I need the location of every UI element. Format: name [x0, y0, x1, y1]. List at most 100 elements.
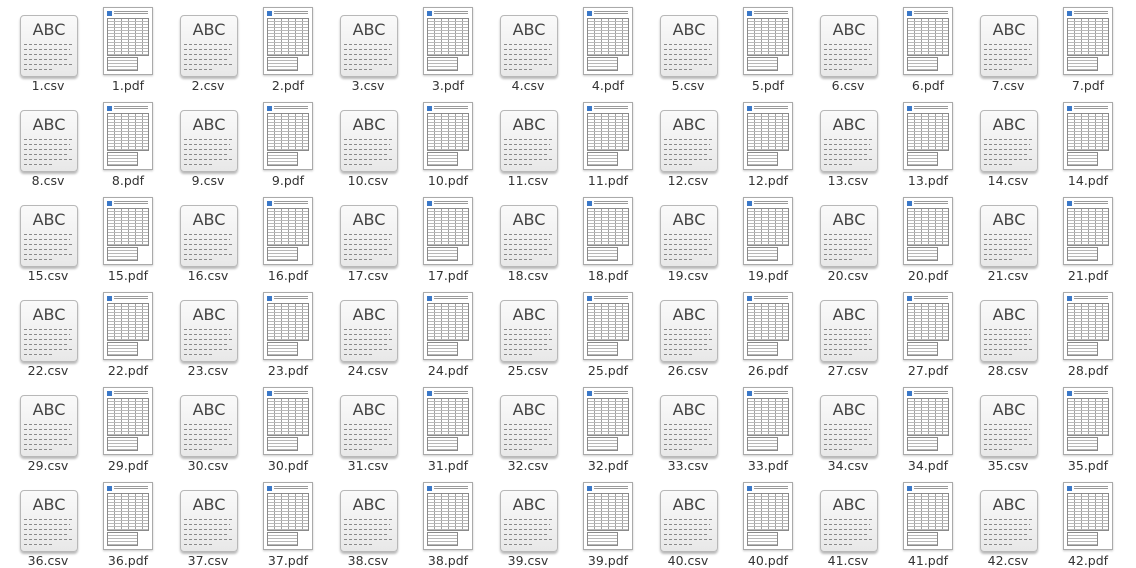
file-thumbnail[interactable]: ABC — [808, 290, 888, 362]
file-thumbnail[interactable] — [408, 195, 488, 267]
file-thumbnail[interactable] — [728, 290, 808, 362]
csv-file-item[interactable]: ABC 1.csv — [8, 5, 88, 95]
file-thumbnail[interactable]: ABC — [648, 195, 728, 267]
file-thumbnail[interactable]: ABC — [648, 290, 728, 362]
file-thumbnail[interactable]: ABC — [8, 480, 88, 552]
file-thumbnail[interactable] — [408, 100, 488, 172]
file-thumbnail[interactable]: ABC — [488, 100, 568, 172]
file-thumbnail[interactable] — [248, 195, 328, 267]
file-thumbnail[interactable]: ABC — [168, 480, 248, 552]
pdf-file-item[interactable]: 41.pdf — [888, 480, 968, 568]
file-thumbnail[interactable]: ABC — [808, 385, 888, 457]
csv-file-item[interactable]: ABC 19.csv — [648, 195, 728, 285]
file-thumbnail[interactable]: ABC — [168, 100, 248, 172]
file-thumbnail[interactable] — [568, 100, 648, 172]
pdf-file-item[interactable]: 10.pdf — [408, 100, 488, 190]
file-thumbnail[interactable]: ABC — [8, 100, 88, 172]
csv-file-item[interactable]: ABC 9.csv — [168, 100, 248, 190]
pdf-file-item[interactable]: 18.pdf — [568, 195, 648, 285]
csv-file-item[interactable]: ABC 23.csv — [168, 290, 248, 380]
file-thumbnail[interactable]: ABC — [8, 5, 88, 77]
csv-file-item[interactable]: ABC 31.csv — [328, 385, 408, 475]
file-thumbnail[interactable] — [568, 385, 648, 457]
pdf-file-item[interactable]: 2.pdf — [248, 5, 328, 95]
csv-file-item[interactable]: ABC 22.csv — [8, 290, 88, 380]
file-thumbnail[interactable] — [888, 480, 968, 552]
csv-file-item[interactable]: ABC 15.csv — [8, 195, 88, 285]
file-thumbnail[interactable]: ABC — [8, 385, 88, 457]
csv-file-item[interactable]: ABC 37.csv — [168, 480, 248, 568]
pdf-file-item[interactable]: 4.pdf — [568, 5, 648, 95]
file-thumbnail[interactable] — [248, 290, 328, 362]
file-thumbnail[interactable]: ABC — [168, 385, 248, 457]
pdf-file-item[interactable]: 17.pdf — [408, 195, 488, 285]
csv-file-item[interactable]: ABC 11.csv — [488, 100, 568, 190]
pdf-file-item[interactable]: 42.pdf — [1048, 480, 1128, 568]
file-thumbnail[interactable] — [88, 5, 168, 77]
file-thumbnail[interactable]: ABC — [168, 290, 248, 362]
file-thumbnail[interactable] — [408, 480, 488, 552]
file-thumbnail[interactable] — [728, 480, 808, 552]
csv-file-item[interactable]: ABC 5.csv — [648, 5, 728, 95]
file-thumbnail[interactable] — [888, 100, 968, 172]
csv-file-item[interactable]: ABC 21.csv — [968, 195, 1048, 285]
pdf-file-item[interactable]: 11.pdf — [568, 100, 648, 190]
pdf-file-item[interactable]: 27.pdf — [888, 290, 968, 380]
csv-file-item[interactable]: ABC 13.csv — [808, 100, 888, 190]
csv-file-item[interactable]: ABC 39.csv — [488, 480, 568, 568]
file-thumbnail[interactable]: ABC — [968, 5, 1048, 77]
file-thumbnail[interactable]: ABC — [808, 195, 888, 267]
csv-file-item[interactable]: ABC 33.csv — [648, 385, 728, 475]
pdf-file-item[interactable]: 9.pdf — [248, 100, 328, 190]
file-thumbnail[interactable]: ABC — [488, 385, 568, 457]
file-thumbnail[interactable] — [408, 290, 488, 362]
csv-file-item[interactable]: ABC 26.csv — [648, 290, 728, 380]
pdf-file-item[interactable]: 16.pdf — [248, 195, 328, 285]
pdf-file-item[interactable]: 40.pdf — [728, 480, 808, 568]
pdf-file-item[interactable]: 32.pdf — [568, 385, 648, 475]
file-thumbnail[interactable]: ABC — [488, 195, 568, 267]
pdf-file-item[interactable]: 14.pdf — [1048, 100, 1128, 190]
file-thumbnail[interactable]: ABC — [328, 385, 408, 457]
pdf-file-item[interactable]: 6.pdf — [888, 5, 968, 95]
file-thumbnail[interactable]: ABC — [968, 385, 1048, 457]
pdf-file-item[interactable]: 19.pdf — [728, 195, 808, 285]
csv-file-item[interactable]: ABC 36.csv — [8, 480, 88, 568]
pdf-file-item[interactable]: 21.pdf — [1048, 195, 1128, 285]
pdf-file-item[interactable]: 24.pdf — [408, 290, 488, 380]
file-thumbnail[interactable]: ABC — [168, 195, 248, 267]
file-thumbnail[interactable]: ABC — [808, 5, 888, 77]
file-thumbnail[interactable]: ABC — [808, 480, 888, 552]
csv-file-item[interactable]: ABC 10.csv — [328, 100, 408, 190]
pdf-file-item[interactable]: 30.pdf — [248, 385, 328, 475]
file-thumbnail[interactable] — [728, 385, 808, 457]
file-thumbnail[interactable] — [1048, 100, 1128, 172]
file-thumbnail[interactable]: ABC — [8, 290, 88, 362]
file-thumbnail[interactable] — [248, 5, 328, 77]
file-thumbnail[interactable] — [88, 480, 168, 552]
file-thumbnail[interactable] — [88, 290, 168, 362]
file-thumbnail[interactable]: ABC — [168, 5, 248, 77]
pdf-file-item[interactable]: 35.pdf — [1048, 385, 1128, 475]
file-thumbnail[interactable]: ABC — [328, 290, 408, 362]
pdf-file-item[interactable]: 12.pdf — [728, 100, 808, 190]
csv-file-item[interactable]: ABC 34.csv — [808, 385, 888, 475]
csv-file-item[interactable]: ABC 7.csv — [968, 5, 1048, 95]
file-thumbnail[interactable] — [1048, 5, 1128, 77]
file-thumbnail[interactable] — [728, 100, 808, 172]
file-thumbnail[interactable] — [248, 480, 328, 552]
file-thumbnail[interactable] — [568, 290, 648, 362]
pdf-file-item[interactable]: 29.pdf — [88, 385, 168, 475]
csv-file-item[interactable]: ABC 38.csv — [328, 480, 408, 568]
file-thumbnail[interactable] — [1048, 480, 1128, 552]
file-thumbnail[interactable] — [728, 195, 808, 267]
file-thumbnail[interactable] — [248, 385, 328, 457]
pdf-file-item[interactable]: 3.pdf — [408, 5, 488, 95]
csv-file-item[interactable]: ABC 28.csv — [968, 290, 1048, 380]
pdf-file-item[interactable]: 37.pdf — [248, 480, 328, 568]
pdf-file-item[interactable]: 22.pdf — [88, 290, 168, 380]
pdf-file-item[interactable]: 34.pdf — [888, 385, 968, 475]
file-thumbnail[interactable]: ABC — [488, 290, 568, 362]
file-thumbnail[interactable]: ABC — [648, 385, 728, 457]
pdf-file-item[interactable]: 39.pdf — [568, 480, 648, 568]
